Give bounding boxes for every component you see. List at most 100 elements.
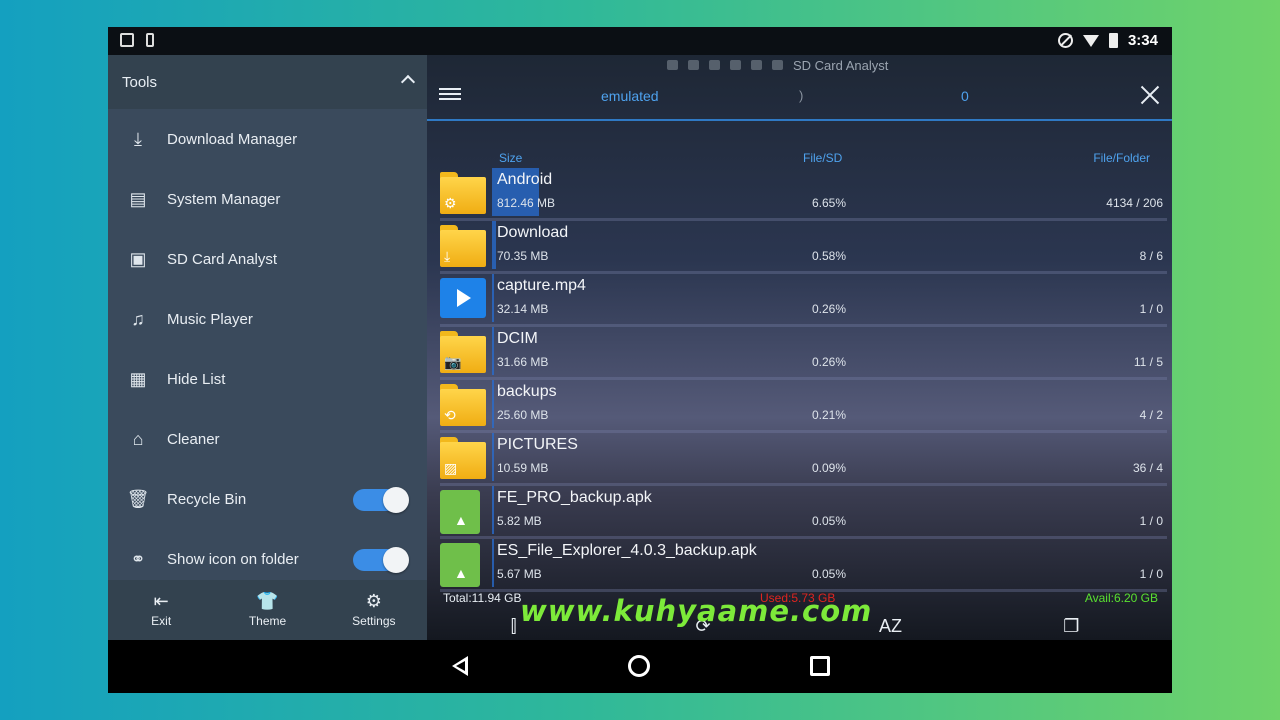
file-folder-count: 4 / 2 [1139,408,1163,422]
analyst-bottom-icon: ⫿ [510,616,517,636]
drawer-item-label: SD Card Analyst [167,250,278,268]
recent-apps-icon[interactable] [810,656,830,676]
folder-icon: ⟲ [440,384,486,426]
file-name: PICTURES [497,436,578,453]
file-folder-count: 36 / 4 [1132,461,1163,475]
cleaner-icon: ⌂ [132,428,144,449]
folder-icon: ⤓ [440,225,486,267]
status-bar: 3:34 [108,27,1172,55]
app-title: SD Card Analyst [793,57,889,73]
drawer-item[interactable]: ⌂ Cleaner [108,409,427,469]
path-toolbar: emulated ) 0 [427,73,1172,121]
file-row[interactable]: ⚙ Android 812.46 MB 6.65% 4134 / 206 [440,168,1167,221]
close-icon[interactable] [1138,83,1162,107]
file-row[interactable]: ⟲ backups 25.60 MB 0.21% 4 / 2 [440,380,1167,433]
column-header-file-sd[interactable]: File/SD [803,151,842,165]
file-row[interactable]: 📷 DCIM 31.66 MB 0.26% 11 / 5 [440,327,1167,380]
file-size: 25.60 MB [497,408,549,422]
drawer-item[interactable]: ▤ System Manager [108,169,427,229]
file-sd-percent: 0.05% [812,514,847,528]
tools-section-header[interactable]: Tools [108,55,427,109]
file-sd-percent: 0.09% [812,461,847,475]
total-storage: Total:11.94 GB [443,591,522,605]
file-sd-percent: 0.05% [812,567,847,581]
file-list: ⚙ Android 812.46 MB 6.65% 4134 / 206 ⤓ Downloa… [427,168,1172,592]
file-folder-count: 4134 / 206 [1106,196,1163,210]
cloud-icon [730,60,741,70]
file-size: 31.66 MB [497,355,549,369]
drawer-item[interactable]: ▣ SD Card Analyst [108,229,427,289]
file-name: Android [497,171,553,188]
apk-file-icon [440,543,480,587]
analyst-bottom-icon: ❐ [1063,616,1080,636]
clock: 3:34 [1127,32,1158,49]
tab-icon [688,60,699,70]
folder-icon: ⚙ [440,172,486,214]
analyst-bottom-button[interactable]: AZSort [879,617,902,640]
drawer-item-label: Download Manager [167,130,298,148]
drawer-item-label: System Manager [167,190,281,208]
drawer-item[interactable]: ⤓ Download Manager [108,109,427,169]
wifi-icon [1082,34,1099,47]
recycle-bin-icon: 🗑 [126,488,150,509]
size-share-bar [492,221,496,269]
drawer-item[interactable]: ♫ Music Player [108,289,427,349]
file-size: 10.59 MB [497,461,549,475]
file-name: FE_PRO_backup.apk [497,489,652,506]
column-header-file-folder[interactable]: File/Folder [1093,151,1150,165]
notification-icon [146,33,154,47]
drawer-bottom-label: Settings [352,614,396,628]
system-manager-icon: ▤ [129,188,147,209]
size-share-bar [492,327,494,375]
drawer-bottom-icon: ⚙ [365,591,382,611]
file-row[interactable]: ⤓ Download 70.35 MB 0.58% 8 / 6 [440,221,1167,274]
size-share-bar [492,486,494,534]
size-share-bar [492,539,494,587]
analyst-bottom-button[interactable]: ❐Windows [1047,617,1096,640]
drawer-bottom-icon: 👕 [256,591,279,611]
file-sd-percent: 0.58% [812,249,847,263]
headphones-icon: ♫ [131,308,145,329]
drawer-item[interactable]: 🗑 Recycle Bin [108,469,427,529]
toggle-switch[interactable] [353,487,409,513]
sd-card-analyst-icon: ▣ [129,248,147,269]
drawer-bottom-button[interactable]: ⇤ Exit [108,580,214,640]
file-size: 5.67 MB [497,567,542,581]
drawer-bottom-label: Exit [151,614,172,628]
file-size: 70.35 MB [497,249,549,263]
file-row[interactable]: ES_File_Explorer_4.0.3_backup.apk 5.67 MB… [440,539,1167,592]
drawer-bottom-button[interactable]: 👕 Theme [214,580,320,640]
file-folder-count: 1 / 0 [1139,302,1163,316]
drawer-item[interactable]: ▦ Hide List [108,349,427,409]
menu-icon[interactable] [439,85,461,105]
watermark: www.kuhyaame.com [520,594,873,628]
path-segment-0[interactable]: 0 [961,88,969,104]
drawer-item-label: Cleaner [167,430,220,448]
drawer-bottom-icon: ⇤ [153,591,169,611]
path-separator: ) [799,88,804,103]
folder-badge-icon: ⟲ [444,407,456,423]
chevron-up-icon [400,74,416,90]
tools-drawer: Tools ⤓ Download Manager ▤ System Manager ▣ S… [108,55,427,640]
do-not-disturb-icon [1057,33,1073,48]
drawer-item-label: Show icon on folder [167,550,299,568]
drawer-bottom-button[interactable]: ⚙ Settings [321,580,427,640]
file-sd-percent: 0.21% [812,408,847,422]
file-row[interactable]: FE_PRO_backup.apk 5.82 MB 0.05% 1 / 0 [440,486,1167,539]
file-row[interactable]: ▨ PICTURES 10.59 MB 0.09% 36 / 4 [440,433,1167,486]
folder-icon: ▨ [440,437,486,479]
size-share-bar [492,274,494,322]
path-segment-emulated[interactable]: emulated [601,88,659,104]
file-row[interactable]: capture.mp4 32.14 MB 0.26% 1 / 0 [440,274,1167,327]
apk-file-icon [440,490,480,534]
size-share-bar [492,380,494,428]
analyst-bottom-icon: AZ [879,616,903,636]
back-icon[interactable] [449,654,473,678]
file-folder-count: 1 / 0 [1139,514,1163,528]
folder-badge-icon: 📷 [444,354,462,370]
home-button-icon[interactable] [628,655,650,677]
toggle-switch[interactable] [353,547,409,573]
column-header-size[interactable]: Size [499,151,522,165]
folder-icon: 📷 [440,331,486,373]
file-name: Download [497,224,569,241]
